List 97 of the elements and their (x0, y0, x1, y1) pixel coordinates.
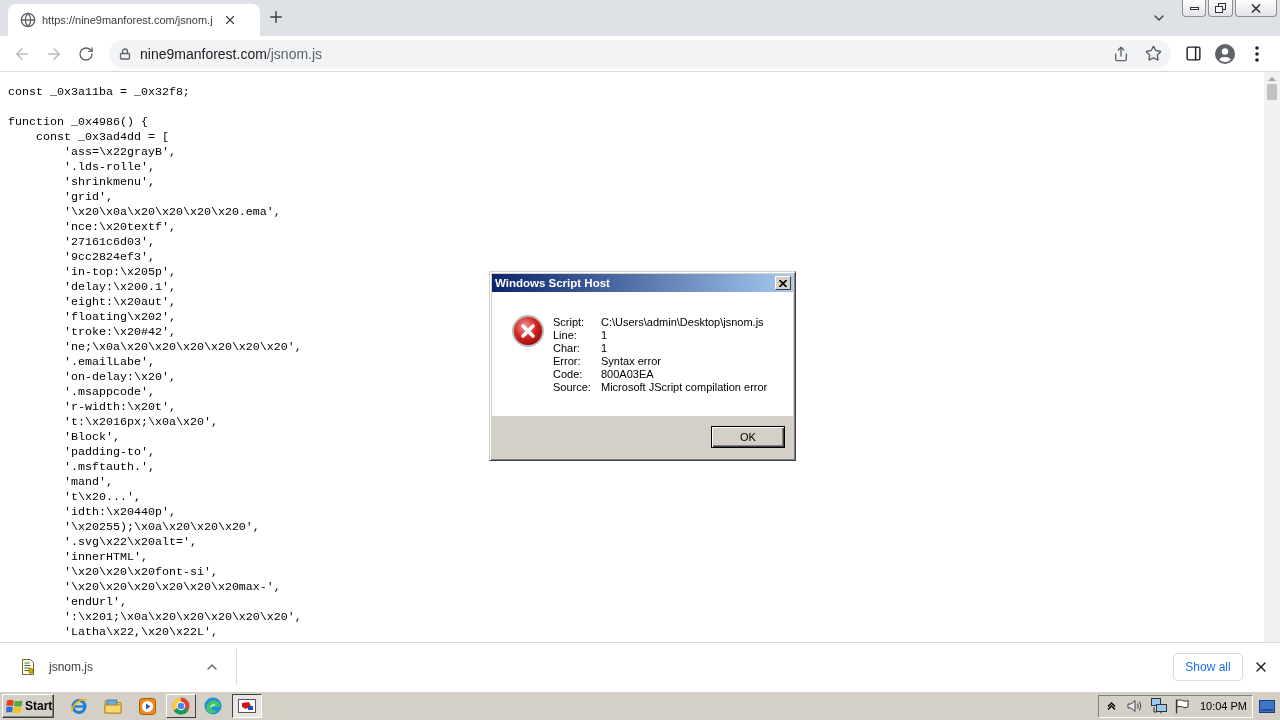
desktop-icon (1259, 699, 1275, 713)
clock-text[interactable]: 10:04 PM (1199, 700, 1247, 712)
field-value: 800A03EA (601, 368, 654, 381)
share-icon (1113, 45, 1129, 62)
reload-icon (78, 45, 94, 62)
code-line: 'troke:\x20#42', (64, 325, 176, 340)
field-value: C:\Users\admin\Desktop\jsnom.js (601, 316, 764, 329)
code-line: function _0x4986() { (8, 115, 148, 130)
taskbar-button[interactable] (232, 694, 262, 718)
menu-icon (1255, 45, 1259, 62)
code-line: '.lds-rolle', (64, 160, 155, 175)
field-label: Char: (553, 342, 580, 355)
url-text: nine9manforest.com/jsnom.js (140, 45, 323, 62)
close-window-button[interactable] (1235, 0, 1277, 17)
code-line: 'shrinkmenu', (64, 175, 155, 190)
code-line: '\x20\x0a\x20\x20\x20\x20.ema', (64, 205, 281, 220)
window-icon (238, 699, 256, 713)
code-line: const _0x3a11ba = _0x32f8; (8, 85, 190, 100)
ring-e-icon (70, 697, 88, 715)
code-line: 'ne;\x0a\x20\x20\x20\x20\x20\x20', (64, 340, 302, 355)
plus-icon (267, 8, 285, 26)
ok-button[interactable]: OK (711, 426, 785, 448)
scroll-up-icon (1268, 77, 1276, 81)
scrollbar-thumb[interactable] (1267, 84, 1277, 100)
code-line: ':\x201;\x0a\x20\x20\x20\x20\x20', (64, 610, 302, 625)
address-bar[interactable]: nine9manforest.com/jsnom.js (109, 39, 1171, 68)
tab-title: https://nine9manforest.com/jsnom.j (42, 14, 213, 26)
minimize-icon (1189, 6, 1199, 10)
code-line: const _0x3ad4dd = [ (36, 130, 169, 145)
tri-color-wheel-icon (172, 697, 190, 715)
code-line: 'r-width:\x20t', (64, 400, 176, 415)
code-line: '.msftauth.', (64, 460, 155, 475)
code-line: '9cc2824ef3', (64, 250, 155, 265)
field-label: Source: (553, 381, 591, 394)
code-line: 'padding-to', (64, 445, 155, 460)
field-value: 1 (601, 342, 608, 355)
browser-tab[interactable]: https://nine9manforest.com/jsnom.j (8, 4, 260, 36)
code-line: '\x20\x20\x20font-si', (64, 565, 218, 580)
restore-button[interactable] (1208, 0, 1233, 17)
field-label: Line: (553, 329, 577, 342)
code-line: 'floating\x202', (64, 310, 176, 325)
restore-icon (1215, 3, 1226, 13)
code-line: 'innerHTML', (64, 550, 148, 565)
code-line: 'on-delay:\x20', (64, 370, 176, 385)
code-line: '.svg\x22\x20alt=', (64, 535, 197, 550)
error-icon (512, 315, 544, 347)
field-value: Syntax error (601, 355, 661, 368)
code-line: 'mand', (64, 475, 113, 490)
network-button[interactable] (1150, 697, 1167, 715)
code-line: '.msappcode', (64, 385, 155, 400)
show-desktop-button[interactable] (1258, 697, 1276, 715)
minimize-button[interactable] (1182, 0, 1206, 17)
code-line: 'grid', (64, 190, 113, 205)
close-button[interactable] (775, 276, 791, 290)
swirl-icon (204, 697, 222, 715)
star-icon (1144, 45, 1162, 62)
code-line: 'in-top:\x205p', (64, 265, 176, 280)
code-line: '27161c6d03', (64, 235, 155, 250)
scrollbar[interactable] (1264, 72, 1280, 642)
show-all-button[interactable]: Show all (1173, 653, 1243, 681)
close-icon (1251, 3, 1261, 13)
chevron-up-icon (1107, 702, 1117, 710)
start-button[interactable]: Start (2, 694, 54, 718)
logo-icon (6, 698, 23, 714)
code-line: 't:\x2016px;\x0a\x20', (64, 415, 218, 430)
volume-button[interactable] (1126, 697, 1143, 715)
action-center-button[interactable] (1174, 697, 1189, 715)
code-line: 'Block', (64, 430, 120, 445)
code-line: '\x20\x20\x20\x20\x20\x20max-', (64, 580, 281, 595)
code-line: 'delay:\x200.1', (64, 280, 176, 295)
field-value: Microsoft JScript compilation error (601, 381, 768, 394)
code-line: 'ass=\x22grayB', (64, 145, 176, 160)
play-icon (138, 697, 156, 715)
code-line: '.emailLabe', (64, 355, 155, 370)
globe-icon (20, 12, 36, 28)
code-line: 'eight:\x20aut', (64, 295, 176, 310)
field-label: Code: (553, 368, 583, 381)
profile-icon (1215, 43, 1235, 64)
code-line: 'endUrl', (64, 595, 127, 610)
dialog-title: Windows Script Host (495, 277, 610, 289)
code-line: 't\x20...', (64, 490, 141, 505)
field-label: Script: (553, 316, 585, 329)
script-file-icon (20, 659, 36, 675)
code-line: 'idth:\x20440p', (64, 505, 176, 520)
code-line: '\x20255);\x0a\x20\x20\x20', (64, 520, 260, 535)
download-item[interactable]: jsnom.js (12, 649, 192, 685)
code-line: 'Latha\x22,\x20\x22L', (64, 625, 218, 640)
folder-icon (104, 698, 122, 714)
field-value: 1 (601, 329, 608, 342)
speaker-icon (1126, 699, 1143, 713)
flag-icon (1174, 698, 1189, 714)
side-panel-icon (1184, 45, 1202, 62)
field-label: Error: (553, 355, 581, 368)
code-line: 'nce:\x20textf', (64, 220, 176, 235)
network-icon (1150, 698, 1167, 714)
close-icon (779, 279, 787, 287)
lock-icon (119, 47, 131, 60)
